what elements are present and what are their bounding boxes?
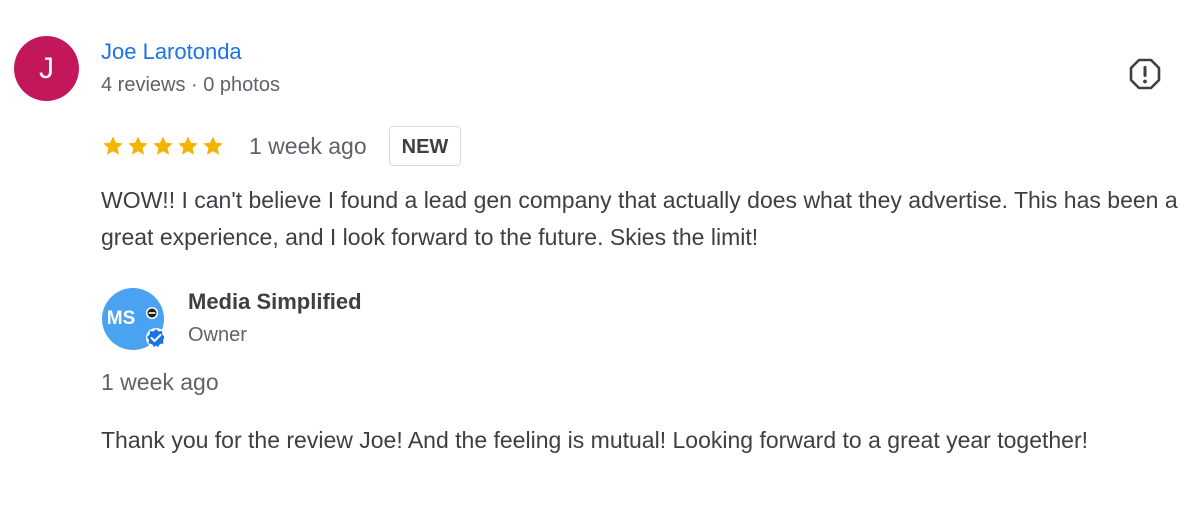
report-flag-icon[interactable] — [1126, 55, 1164, 93]
star-icon — [178, 136, 198, 155]
rating-row: 1 week ago NEW — [101, 126, 462, 166]
owner-logo-text: MS — [107, 308, 136, 329]
owner-name[interactable]: Media Simplified — [188, 289, 362, 315]
reviewer-meta: 4 reviews · 0 photos — [101, 74, 280, 96]
star-icon — [128, 136, 148, 155]
star-rating — [101, 134, 225, 158]
reply-text: Thank you for the review Joe! And the fe… — [101, 427, 1089, 453]
star-icon — [153, 136, 173, 155]
owner-avatar[interactable]: MS — [102, 288, 166, 350]
review-time: 1 week ago — [249, 132, 367, 159]
reviewer-initial: J — [39, 51, 54, 85]
reply-time: 1 week ago — [101, 369, 219, 395]
review-card: J Joe Larotonda 4 reviews · 0 photos 1 w… — [0, 0, 1200, 513]
review-text: WOW!! I can't believe I found a lead gen… — [101, 187, 1178, 250]
reviewer-avatar[interactable]: J — [14, 36, 79, 101]
star-icon — [203, 136, 223, 155]
reviewer-name-link[interactable]: Joe Larotonda — [101, 39, 242, 65]
owner-role: Owner — [188, 324, 247, 346]
new-badge: NEW — [388, 126, 462, 166]
star-icon — [103, 136, 123, 155]
